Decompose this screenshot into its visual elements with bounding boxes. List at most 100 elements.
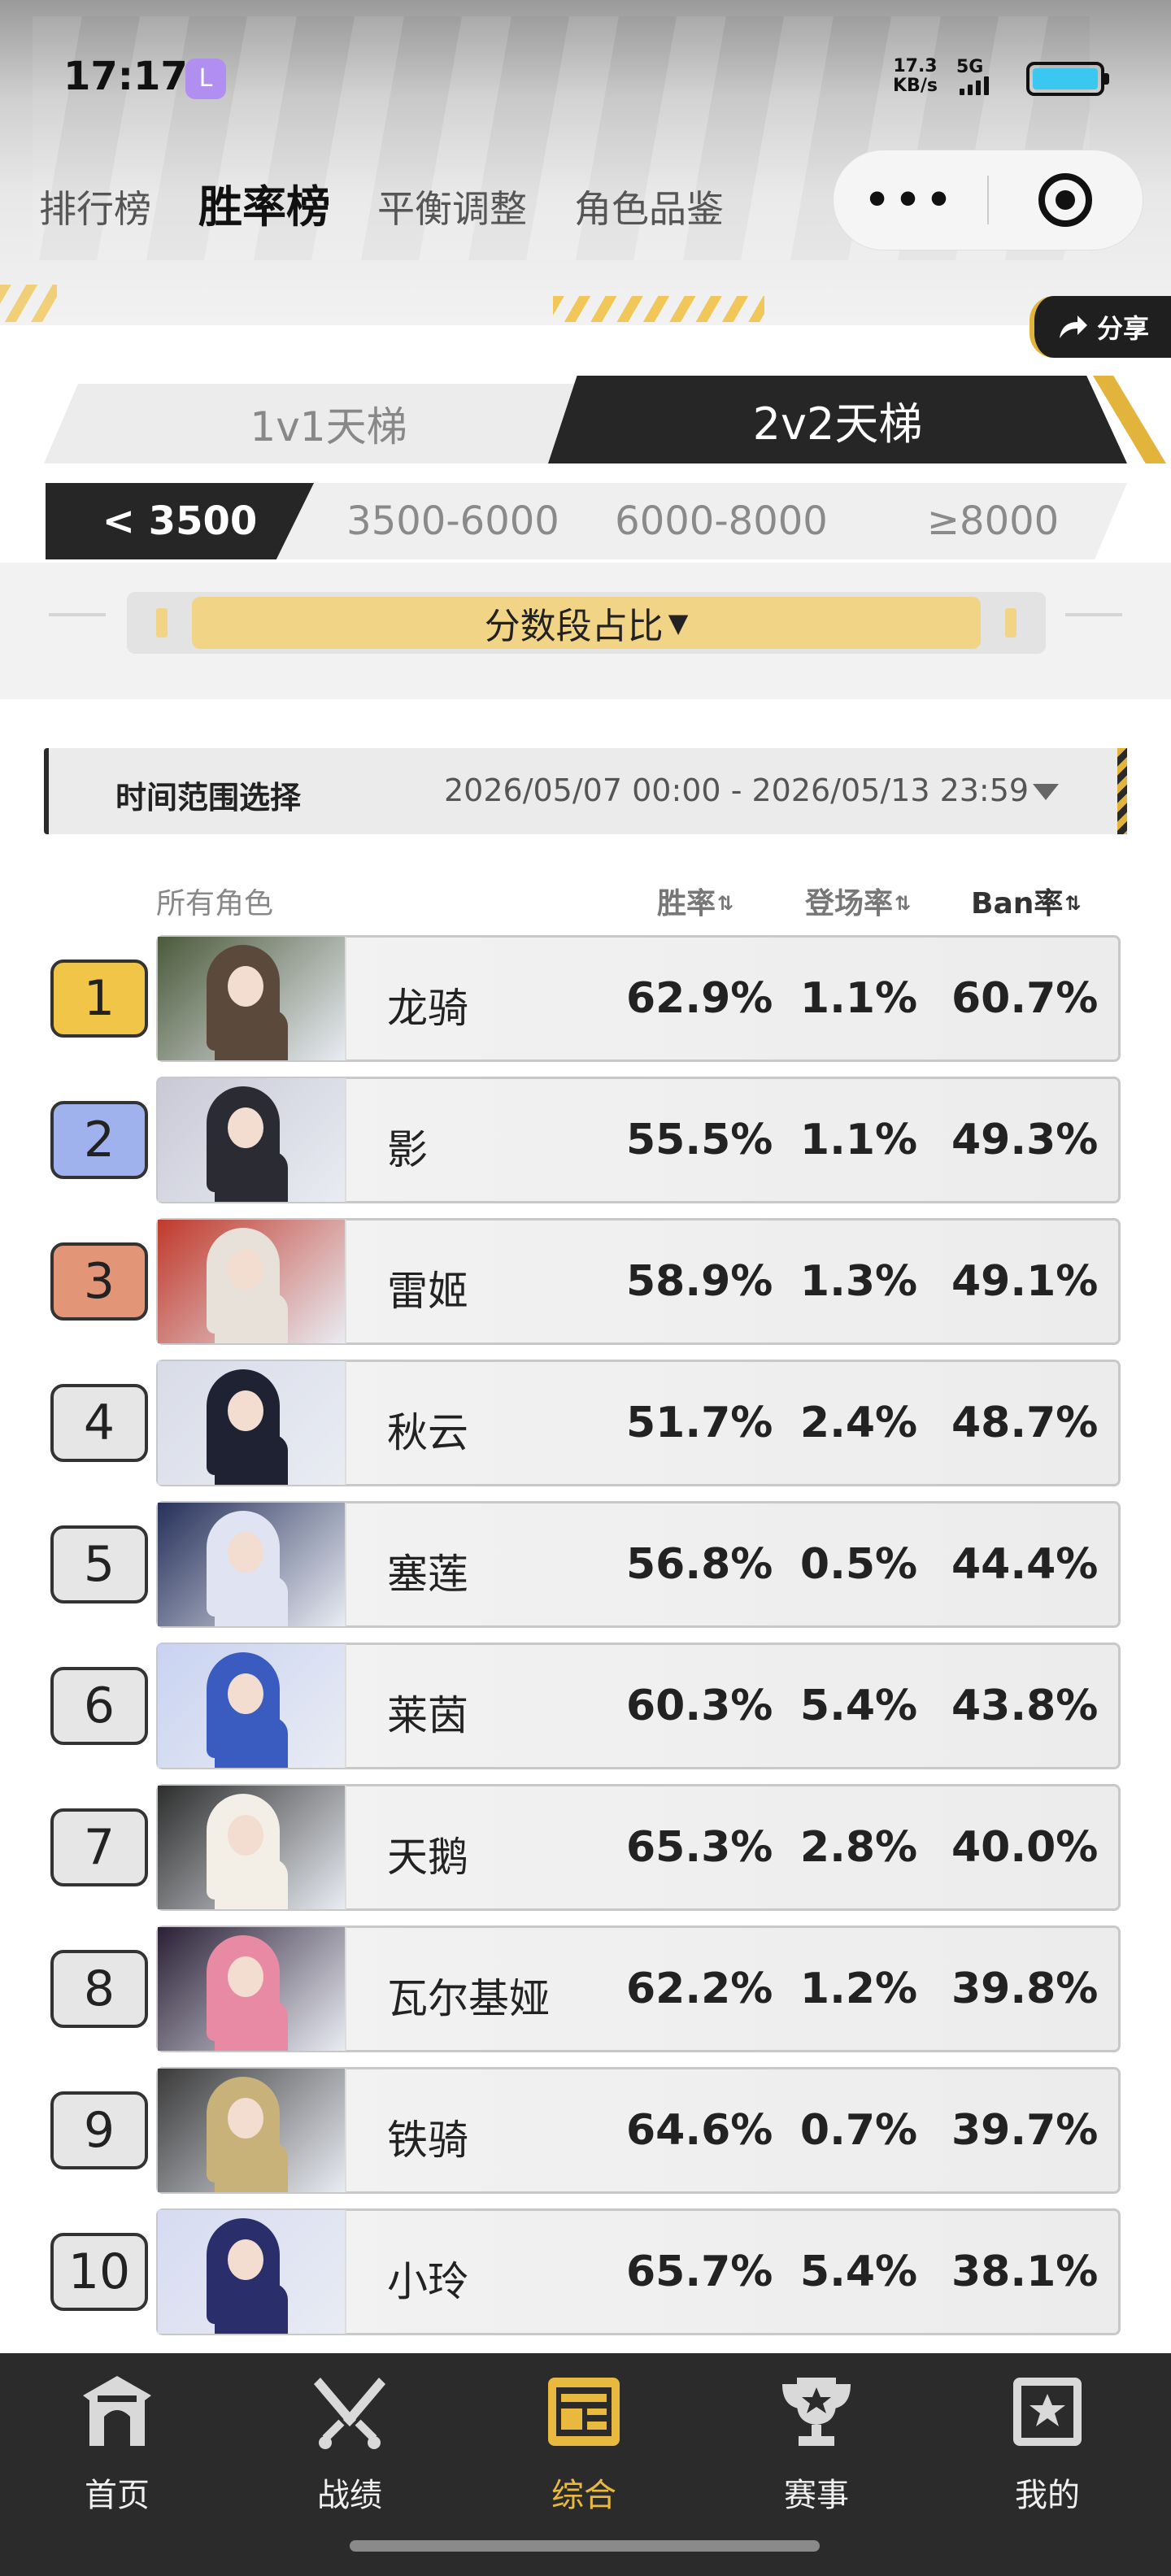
network-speed: 17.3 KB/s bbox=[893, 56, 938, 96]
pick-rate-value: 1.1% bbox=[799, 974, 918, 1023]
ban-rate-value: 39.7% bbox=[951, 2106, 1099, 2155]
character-portrait bbox=[158, 937, 346, 1060]
sort-pick-rate[interactable]: 登场率⇅ bbox=[805, 880, 911, 922]
character-portrait bbox=[158, 1078, 346, 1202]
rank-badge: 7 bbox=[50, 1808, 148, 1886]
character-name: 小玲 bbox=[387, 2258, 468, 2305]
rank-badge: 9 bbox=[50, 2091, 148, 2169]
character-name: 秋云 bbox=[387, 1409, 468, 1456]
character-name: 雷姬 bbox=[387, 1268, 468, 1315]
win-rate-value: 65.7% bbox=[626, 2247, 773, 2296]
ban-rate-value: 48.7% bbox=[951, 1399, 1099, 1447]
score-ratio-section: 分数段占比 ▼ bbox=[0, 563, 1171, 699]
ban-rate-value: 40.0% bbox=[951, 1823, 1099, 1872]
win-rate-value: 62.9% bbox=[626, 974, 773, 1023]
ladder-tabs: 1v1天梯 2v2天梯 bbox=[44, 376, 1166, 463]
character-name: 龙骑 bbox=[387, 985, 468, 1032]
pick-rate-value: 0.7% bbox=[799, 2106, 918, 2155]
ban-rate-value: 60.7% bbox=[951, 974, 1099, 1023]
trophy-icon bbox=[782, 2378, 851, 2446]
app-notification-icon: L bbox=[185, 59, 226, 99]
crossed-swords-icon bbox=[314, 2378, 385, 2449]
character-name: 天鹅 bbox=[387, 1834, 468, 1881]
home-icon bbox=[83, 2376, 151, 2446]
pick-rate-value: 1.1% bbox=[799, 1116, 918, 1164]
table-row[interactable]: 7 天鹅 65.3% 2.8% 40.0% bbox=[0, 1784, 1171, 1912]
home-indicator bbox=[350, 2540, 820, 2552]
pick-rate-value: 5.4% bbox=[799, 2247, 918, 2296]
bottom-nav-records[interactable]: 战绩 bbox=[268, 2371, 431, 2550]
table-row[interactable]: 8 瓦尔基娅 62.2% 1.2% 39.8% bbox=[0, 1925, 1171, 2054]
dropdown-triangle-icon: ▼ bbox=[668, 607, 689, 638]
score-tab-above-8000[interactable]: ≥8000 bbox=[859, 483, 1127, 559]
list-header: 所有角色 胜率⇅ 登场率⇅ Ban率⇅ bbox=[0, 880, 1171, 920]
decor-stripes bbox=[0, 285, 57, 322]
win-rate-value: 64.6% bbox=[626, 2106, 773, 2155]
table-row[interactable]: 3 雷姬 58.9% 1.3% 49.1% bbox=[0, 1218, 1171, 1347]
score-tab-3500-6000[interactable]: 3500-6000 bbox=[319, 483, 587, 559]
header-role: 所有角色 bbox=[156, 887, 274, 920]
sort-icon: ⇅ bbox=[717, 892, 734, 915]
bottom-nav-profile[interactable]: 我的 bbox=[966, 2371, 1129, 2550]
table-row[interactable]: 1 龙骑 62.9% 1.1% 60.7% bbox=[0, 935, 1171, 1064]
character-name: 塞莲 bbox=[387, 1551, 468, 1598]
character-portrait bbox=[158, 1220, 346, 1343]
score-tab-6000-8000[interactable]: 6000-8000 bbox=[587, 483, 855, 559]
status-bar: 17:17 L 17.3 KB/s 5G bbox=[0, 0, 1171, 146]
character-name: 瓦尔基娅 bbox=[387, 1975, 550, 2022]
table-row[interactable]: 9 铁骑 64.6% 0.7% 39.7% bbox=[0, 2067, 1171, 2195]
pick-rate-value: 0.5% bbox=[799, 1540, 918, 1589]
more-menu-button[interactable]: ••• bbox=[834, 176, 987, 224]
time-range-label: 时间范围选择 bbox=[115, 780, 302, 816]
sort-win-rate[interactable]: 胜率⇅ bbox=[657, 880, 734, 922]
rank-badge: 3 bbox=[50, 1242, 148, 1321]
character-name: 莱茵 bbox=[387, 1692, 468, 1739]
bottom-nav-overview[interactable]: 综合 bbox=[503, 2371, 665, 2550]
table-row[interactable]: 5 塞莲 56.8% 0.5% 44.4% bbox=[0, 1501, 1171, 1630]
score-tab-below-3500[interactable]: < 3500 bbox=[46, 483, 314, 559]
sort-ban-rate[interactable]: Ban率⇅ bbox=[971, 880, 1081, 922]
character-portrait bbox=[158, 1927, 346, 2051]
table-row[interactable]: 6 莱茵 60.3% 5.4% 43.8% bbox=[0, 1643, 1171, 1771]
sort-icon: ⇅ bbox=[895, 892, 912, 915]
ban-rate-value: 49.3% bbox=[951, 1116, 1099, 1164]
nav-tab-review[interactable]: 角色品鉴 bbox=[574, 180, 724, 233]
bottom-nav-home[interactable]: 首页 bbox=[36, 2371, 198, 2550]
character-portrait bbox=[158, 2210, 346, 2334]
win-rate-value: 51.7% bbox=[626, 1399, 773, 1447]
time-range-selector[interactable]: 时间范围选择 2026/05/07 00:00 - 2026/05/13 23:… bbox=[44, 748, 1127, 834]
rank-badge: 4 bbox=[50, 1384, 148, 1462]
ban-rate-value: 39.8% bbox=[951, 1965, 1099, 2013]
table-row[interactable]: 10 小玲 65.7% 5.4% 38.1% bbox=[0, 2208, 1171, 2337]
character-portrait bbox=[158, 1786, 346, 1909]
nav-tab-ranking[interactable]: 排行榜 bbox=[39, 180, 151, 233]
tab-2v2-ladder[interactable]: 2v2天梯 bbox=[548, 376, 1127, 463]
table-row[interactable]: 2 影 55.5% 1.1% 49.3% bbox=[0, 1077, 1171, 1205]
rank-badge: 2 bbox=[50, 1101, 148, 1179]
tab-1v1-ladder[interactable]: 1v1天梯 bbox=[44, 384, 613, 463]
pick-rate-value: 2.8% bbox=[799, 1823, 918, 1872]
win-rate-value: 65.3% bbox=[626, 1823, 773, 1872]
time-range-value: 2026/05/07 00:00 - 2026/05/13 23:59 bbox=[444, 772, 1030, 808]
character-portrait bbox=[158, 1644, 346, 1768]
close-miniprogram-button[interactable] bbox=[989, 173, 1143, 227]
character-name: 铁骑 bbox=[387, 2117, 468, 2164]
rank-badge: 1 bbox=[50, 959, 148, 1038]
pick-rate-value: 1.3% bbox=[799, 1257, 918, 1306]
nav-tab-balance[interactable]: 平衡调整 bbox=[377, 180, 527, 233]
decor-stripes bbox=[553, 296, 764, 322]
character-portrait bbox=[158, 1361, 346, 1485]
share-arrow-icon bbox=[1059, 315, 1087, 338]
dropdown-arrow-icon bbox=[1033, 784, 1059, 800]
score-ratio-dropdown[interactable]: 分数段占比 ▼ bbox=[192, 597, 981, 649]
character-name: 影 bbox=[387, 1126, 428, 1173]
nav-tab-winrate[interactable]: 胜率榜 bbox=[198, 171, 330, 235]
ban-rate-value: 43.8% bbox=[951, 1682, 1099, 1730]
win-rate-value: 56.8% bbox=[626, 1540, 773, 1589]
score-range-tabs: < 3500 3500-6000 6000-8000 ≥8000 bbox=[46, 483, 1127, 559]
share-button[interactable]: 分享 bbox=[1030, 296, 1171, 358]
ban-rate-value: 49.1% bbox=[951, 1257, 1099, 1306]
win-rate-value: 62.2% bbox=[626, 1965, 773, 2013]
bottom-nav-events[interactable]: 赛事 bbox=[735, 2371, 898, 2550]
table-row[interactable]: 4 秋云 51.7% 2.4% 48.7% bbox=[0, 1360, 1171, 1488]
